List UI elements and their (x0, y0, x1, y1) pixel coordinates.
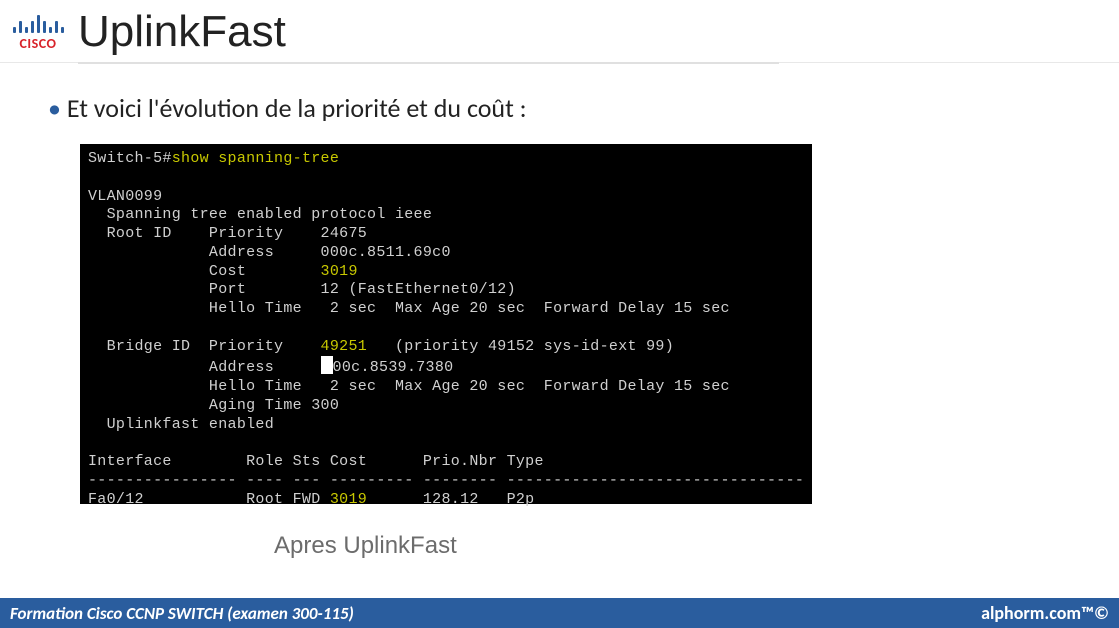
terminal-line: Spanning tree enabled protocol ieee (88, 206, 432, 223)
divider (78, 62, 779, 64)
terminal-line: Uplinkfast enabled (88, 416, 274, 433)
footer-right: alphorm.com™© (981, 602, 1109, 624)
terminal-line: Port 12 (FastEthernet0/12) (88, 281, 516, 298)
terminal-line: Bridge ID Priority (88, 338, 321, 355)
terminal-command: show spanning-tree (172, 150, 339, 167)
terminal-value: 00c.8539.7380 (333, 359, 454, 376)
slide-footer: Formation Cisco CCNP SWITCH (examen 300-… (0, 598, 1119, 628)
slide: CISCO UplinkFast Et voici l'évolution de… (0, 0, 1119, 628)
terminal-header: Interface Role Sts Cost Prio.Nbr Type (88, 453, 544, 470)
terminal-separator: ---------------- ---- --- --------- ----… (88, 472, 804, 489)
terminal-value-highlight: 49251 (321, 338, 368, 355)
terminal-row: 128.12 P2p (367, 491, 534, 508)
cursor-icon (321, 356, 333, 374)
bullet-text: Et voici l'évolution de la priorité et d… (48, 92, 527, 124)
footer-left: Formation Cisco CCNP SWITCH (examen 300-… (10, 603, 354, 624)
slide-header: CISCO UplinkFast (0, 0, 1119, 64)
terminal-value-highlight: 3019 (330, 491, 367, 508)
terminal-line: VLAN0099 (88, 188, 162, 205)
terminal-row: Fa0/12 Root FWD (88, 491, 330, 508)
terminal-line: (priority 49152 sys-id-ext 99) (367, 338, 674, 355)
cisco-logo-bars (13, 13, 64, 33)
terminal-prompt: Switch-5# (88, 150, 172, 167)
terminal-output: Switch-5#show spanning-tree VLAN0099 Spa… (80, 144, 812, 504)
terminal-line: Root ID Priority (88, 225, 321, 242)
terminal-line: Hello Time 2 sec Max Age 20 sec Forward … (88, 378, 730, 395)
terminal-line: Address 000c.8511.69c0 (88, 244, 451, 261)
slide-title: UplinkFast (78, 7, 286, 57)
cisco-logo-text: CISCO (19, 35, 56, 52)
terminal-value-highlight: 3019 (321, 263, 358, 280)
terminal-line: Hello Time 2 sec Max Age 20 sec Forward … (88, 300, 730, 317)
cisco-logo: CISCO (4, 13, 72, 52)
terminal-value: 24675 (321, 225, 368, 242)
caption: Apres UplinkFast (274, 532, 457, 560)
terminal-line: Address (88, 359, 321, 376)
terminal-line: Aging Time 300 (88, 397, 339, 414)
terminal-line: Cost (88, 263, 321, 280)
